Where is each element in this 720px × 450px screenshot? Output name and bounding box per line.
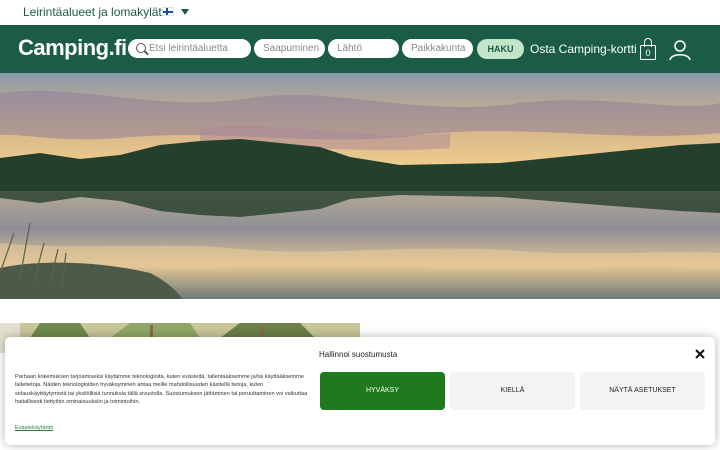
deny-button[interactable]: KIELLÄ (450, 372, 575, 410)
site-logo[interactable]: Camping.fi (18, 35, 127, 61)
search-icon (136, 43, 146, 53)
top-bar: Leirintäalueet ja lomakylät (0, 0, 720, 25)
consent-body-text: Parhaan kokemuksen tarjoamiseksi käytämm… (15, 374, 308, 405)
campsite-search-input[interactable]: Etsi leirintäaluetta (128, 39, 251, 58)
cookie-consent-banner: Hallinnoi suostumusta Parhaan kokemuksen… (5, 337, 715, 445)
finnish-flag-icon (162, 7, 174, 16)
buy-camping-card-link[interactable]: Osta Camping-kortti (530, 42, 637, 56)
location-input[interactable]: Paikkakunta (402, 39, 473, 58)
cart-count: 0 (645, 48, 651, 58)
chevron-down-icon (181, 8, 189, 15)
main-navbar: Camping.fi Etsi leirintäaluetta Saapumin… (0, 25, 720, 73)
arrival-date-input[interactable]: Saapuminen (254, 39, 325, 58)
campsites-link[interactable]: Leirintäalueet ja lomakylät (23, 5, 162, 19)
cookie-policy-link[interactable]: Evästekäytäntö (15, 425, 53, 431)
search-placeholder: Etsi leirintäaluetta (149, 43, 228, 54)
close-icon[interactable] (694, 348, 706, 360)
language-selector[interactable] (162, 7, 189, 16)
hero-lake-image (0, 73, 720, 299)
cart-icon[interactable]: 0 (640, 38, 656, 60)
accept-button[interactable]: HYVÄKSY (320, 372, 445, 410)
search-button[interactable]: HAKU (477, 39, 524, 59)
user-icon[interactable] (668, 39, 692, 61)
view-preferences-button[interactable]: NÄYTÄ ASETUKSET (580, 372, 705, 410)
consent-title: Hallinnoi suostumusta (319, 350, 398, 359)
departure-date-input[interactable]: Lähtö (328, 39, 399, 58)
